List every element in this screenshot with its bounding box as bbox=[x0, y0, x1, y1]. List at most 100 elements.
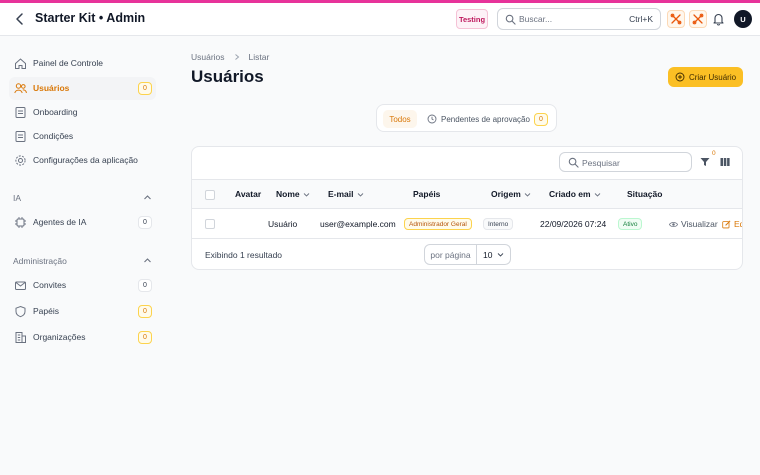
tools-icon bbox=[670, 13, 682, 25]
clock-icon bbox=[427, 114, 437, 124]
chevron-up-icon[interactable] bbox=[143, 256, 152, 265]
page-title: Usuários bbox=[191, 67, 264, 86]
column-header-origin[interactable]: Origem bbox=[491, 189, 531, 199]
invites-count-badge: 0 bbox=[138, 279, 152, 292]
environment-badge: Testing bbox=[456, 9, 488, 29]
ai-agents-count-badge: 0 bbox=[138, 216, 152, 229]
tab-pending-approval[interactable]: Pendentes de aprovação 0 bbox=[427, 110, 548, 128]
document-icon bbox=[15, 107, 26, 118]
building-icon bbox=[15, 332, 26, 343]
table-search-placeholder: Pesquisar bbox=[582, 158, 620, 168]
envelope-icon bbox=[15, 281, 26, 290]
users-count-badge: 0 bbox=[138, 82, 152, 95]
sidebar-item-label: Onboarding bbox=[33, 107, 78, 117]
sidebar-item-label: Painel de Controle bbox=[33, 58, 103, 68]
status-badge: Ativo bbox=[618, 218, 643, 230]
edit-action-label: Edi bbox=[734, 219, 742, 229]
edit-icon bbox=[722, 220, 731, 228]
sidebar-item-roles[interactable]: Papéis 0 bbox=[9, 300, 156, 323]
edit-action[interactable]: Edi bbox=[722, 219, 742, 229]
cpu-icon bbox=[15, 217, 26, 228]
app-title: Starter Kit • Admin bbox=[35, 11, 146, 25]
sidebar: Painel de Controle Usuários 0 Onboarding… bbox=[0, 36, 165, 475]
table-search-input[interactable]: Pesquisar bbox=[559, 152, 692, 172]
breadcrumb-current: Listar bbox=[248, 52, 270, 62]
user-tabs: Todos Pendentes de aprovação 0 bbox=[376, 104, 557, 132]
global-search-input[interactable]: Buscar... Ctrl+K bbox=[497, 8, 661, 30]
sidebar-item-label: Convites bbox=[33, 280, 67, 290]
tab-pending-label: Pendentes de aprovação bbox=[441, 114, 530, 124]
breadcrumb-users-link[interactable]: Usuários bbox=[191, 52, 225, 62]
results-summary: Exibindo 1 resultado bbox=[205, 250, 283, 260]
user-avatar[interactable]: U bbox=[734, 10, 752, 28]
table-row[interactable]: Usuário user@example.com Administrador G… bbox=[192, 209, 742, 239]
sidebar-item-users[interactable]: Usuários 0 bbox=[9, 77, 156, 100]
sidebar-item-organizations[interactable]: Organizações 0 bbox=[9, 326, 156, 349]
chevron-down-icon bbox=[303, 192, 309, 197]
pending-count-badge: 0 bbox=[533, 112, 548, 126]
sidebar-item-onboarding[interactable]: Onboarding bbox=[9, 101, 156, 124]
cell-created-at: 22/09/2026 07:24 bbox=[540, 219, 607, 229]
sidebar-item-app-settings[interactable]: Configurações da aplicação bbox=[9, 149, 156, 172]
search-icon bbox=[568, 157, 579, 168]
sidebar-item-dashboard[interactable]: Painel de Controle bbox=[9, 52, 156, 75]
sidebar-item-label: Usuários bbox=[33, 83, 70, 93]
column-header-avatar: Avatar bbox=[235, 189, 262, 199]
search-icon bbox=[505, 14, 516, 25]
chevron-down-icon bbox=[594, 192, 600, 197]
gear-icon bbox=[15, 155, 26, 166]
cell-email: user@example.com bbox=[320, 219, 396, 229]
debug-tools-button[interactable] bbox=[689, 10, 707, 28]
column-header-roles: Papéis bbox=[413, 189, 441, 199]
app-header: Starter Kit • Admin Testing Buscar... Ct… bbox=[0, 3, 760, 36]
document-icon bbox=[15, 131, 26, 142]
users-icon bbox=[14, 83, 27, 94]
column-header-status: Situação bbox=[627, 189, 663, 199]
bell-icon[interactable] bbox=[712, 12, 725, 26]
per-page-label: por página bbox=[425, 245, 477, 264]
home-icon bbox=[15, 58, 26, 69]
roles-count-badge: 0 bbox=[138, 305, 152, 318]
view-action[interactable]: Visualizar bbox=[669, 219, 718, 229]
sidebar-item-terms[interactable]: Condições bbox=[9, 125, 156, 148]
global-search-placeholder: Buscar... bbox=[519, 14, 553, 24]
sidebar-item-label: Configurações da aplicação bbox=[33, 155, 138, 165]
chevron-up-icon[interactable] bbox=[143, 193, 152, 202]
create-user-button[interactable]: Criar Usuário bbox=[668, 67, 743, 87]
sidebar-item-label: Condições bbox=[33, 131, 74, 141]
origin-badge: Interno bbox=[483, 218, 514, 230]
column-header-email[interactable]: E-mail bbox=[328, 189, 364, 199]
view-action-label: Visualizar bbox=[681, 219, 718, 229]
select-all-checkbox[interactable] bbox=[205, 190, 215, 200]
tab-all[interactable]: Todos bbox=[383, 110, 417, 128]
chevron-left-icon[interactable] bbox=[12, 11, 28, 27]
search-shortcut: Ctrl+K bbox=[629, 14, 653, 24]
sidebar-item-ai-agents[interactable]: Agentes de IA 0 bbox=[9, 211, 156, 234]
eye-icon bbox=[669, 221, 678, 227]
plus-circle-icon bbox=[675, 72, 685, 82]
column-header-created-at[interactable]: Criado em bbox=[549, 189, 601, 199]
breadcrumb: Usuários Listar bbox=[191, 52, 269, 62]
tools-button[interactable] bbox=[667, 10, 685, 28]
filter-icon[interactable] bbox=[700, 157, 710, 167]
role-badge: Administrador Geral bbox=[404, 218, 472, 230]
sidebar-item-label: Agentes de IA bbox=[33, 217, 87, 227]
cell-name: Usuário bbox=[268, 219, 298, 229]
sidebar-item-label: Organizações bbox=[33, 332, 86, 342]
sidebar-item-invites[interactable]: Convites 0 bbox=[9, 274, 156, 297]
chevron-down-icon bbox=[524, 192, 531, 197]
create-user-label: Criar Usuário bbox=[688, 72, 737, 82]
columns-icon[interactable] bbox=[720, 157, 730, 167]
sidebar-item-label: Papéis bbox=[33, 306, 59, 316]
column-header-name[interactable]: Nome bbox=[276, 189, 310, 199]
chevron-right-icon bbox=[234, 54, 239, 60]
wrench-icon bbox=[692, 13, 704, 25]
organizations-count-badge: 0 bbox=[138, 331, 152, 344]
row-checkbox[interactable] bbox=[205, 219, 215, 229]
chevron-down-icon bbox=[357, 192, 363, 197]
group-label-ai: IA bbox=[13, 193, 22, 203]
chevron-down-icon bbox=[497, 253, 504, 257]
per-page-value[interactable]: 10 bbox=[477, 245, 510, 264]
per-page-select[interactable]: por página 10 bbox=[424, 244, 511, 265]
filter-count-badge: 0 bbox=[712, 150, 716, 157]
